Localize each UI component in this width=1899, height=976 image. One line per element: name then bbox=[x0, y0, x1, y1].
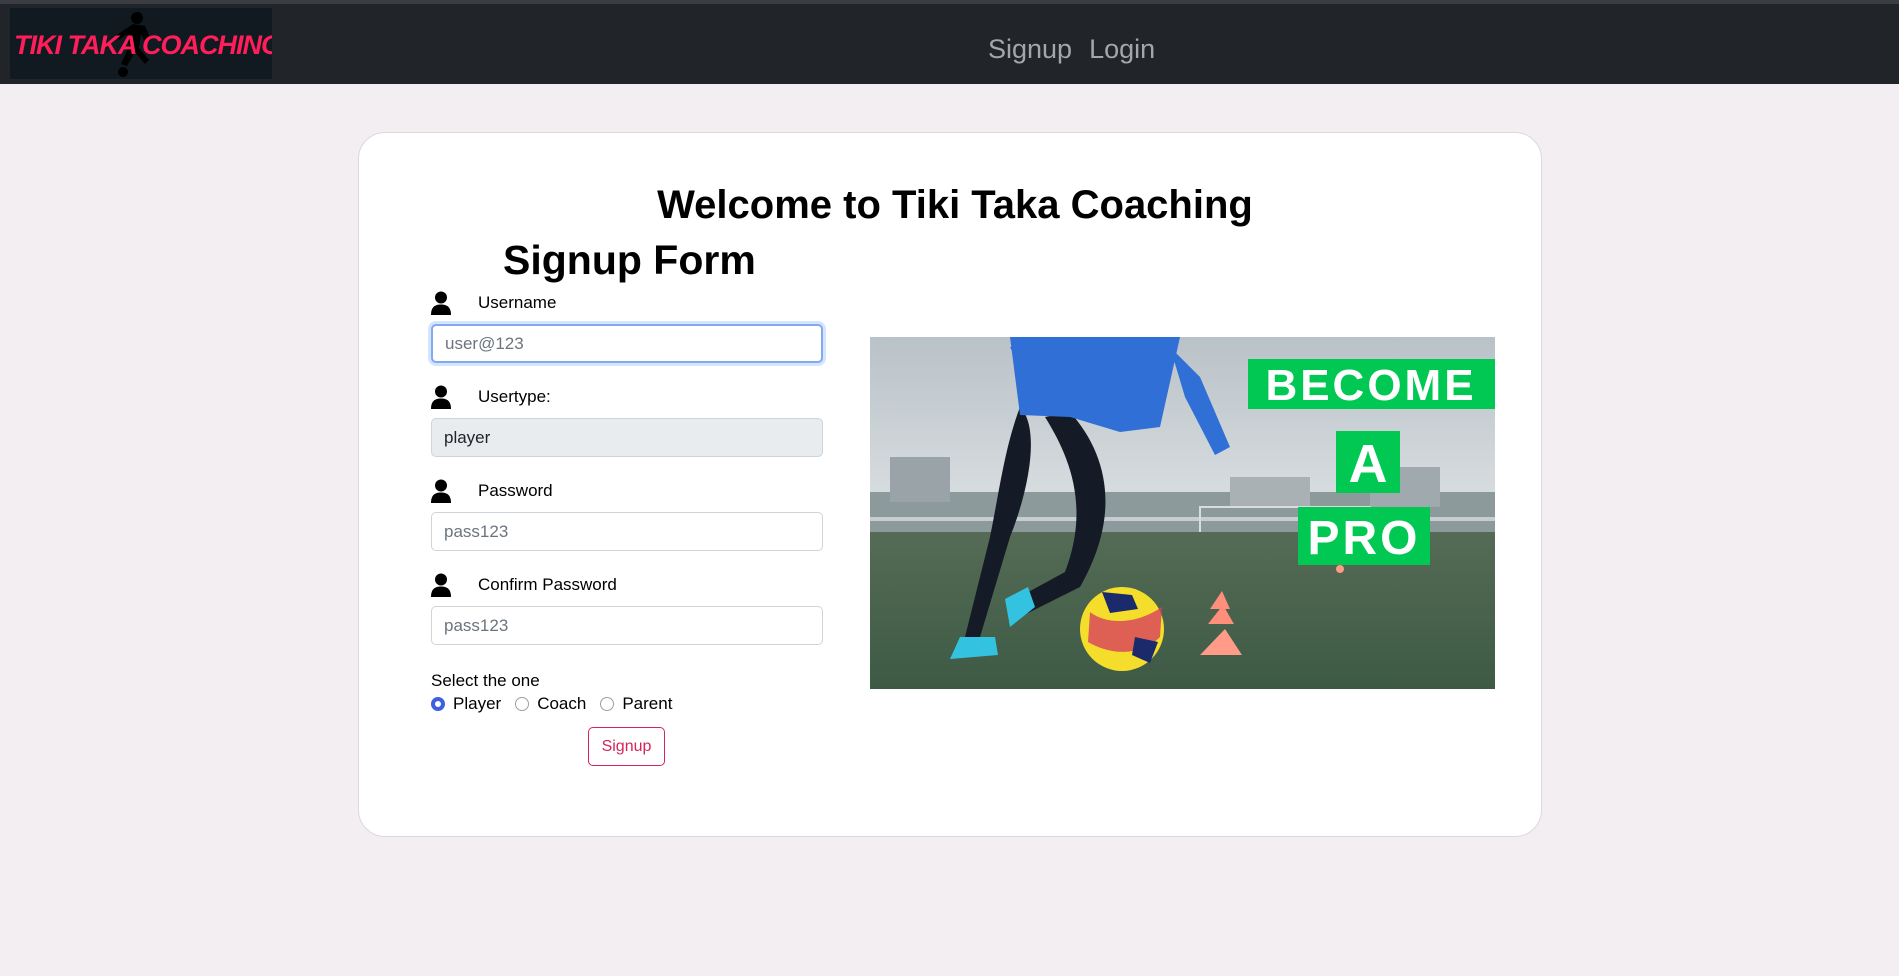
role-player-radio[interactable] bbox=[431, 697, 445, 711]
nav-signup-link[interactable]: Signup bbox=[988, 34, 1072, 65]
hero-image-graphic: BECOME A PRO bbox=[870, 337, 1495, 689]
confirm-password-input[interactable] bbox=[431, 606, 823, 645]
form-title: Signup Form bbox=[503, 237, 756, 283]
role-coach-label: Coach bbox=[537, 694, 587, 713]
username-label: Username bbox=[478, 293, 557, 312]
confirm-password-label-row: Confirm Password bbox=[431, 573, 617, 597]
role-parent-label: Parent bbox=[622, 694, 673, 713]
role-parent-radio[interactable] bbox=[600, 697, 615, 711]
usertype-label: Usertype: bbox=[478, 387, 551, 406]
usertype-label-row: Usertype: bbox=[431, 385, 551, 409]
user-icon bbox=[431, 291, 451, 315]
nav-links: Signup Login bbox=[988, 34, 1155, 65]
password-label-row: Password bbox=[431, 479, 553, 503]
role-coach-radio[interactable] bbox=[515, 697, 530, 711]
hero-word-pro: PRO bbox=[1307, 512, 1420, 565]
username-input[interactable] bbox=[431, 324, 823, 363]
user-icon bbox=[431, 573, 451, 597]
role-coach-option[interactable]: Coach bbox=[515, 694, 586, 714]
role-radio-group: Player Coach Parent bbox=[431, 694, 686, 714]
role-player-label: Player bbox=[453, 694, 502, 713]
signup-submit-button[interactable]: Signup bbox=[588, 727, 665, 766]
page-title: Welcome to Tiki Taka Coaching bbox=[657, 183, 1253, 227]
role-parent-option[interactable]: Parent bbox=[600, 694, 672, 714]
user-icon bbox=[431, 479, 451, 503]
brand-logo[interactable]: TIKI TAKA COACHING bbox=[10, 8, 272, 79]
usertype-field bbox=[431, 418, 823, 457]
nav-login-link[interactable]: Login bbox=[1089, 34, 1155, 65]
role-select-label: Select the one bbox=[431, 671, 540, 690]
confirm-password-label: Confirm Password bbox=[478, 575, 617, 594]
password-input[interactable] bbox=[431, 512, 823, 551]
hero-word-become: BECOME bbox=[1265, 361, 1476, 410]
role-player-option[interactable]: Player bbox=[431, 694, 501, 714]
user-icon bbox=[431, 385, 451, 409]
username-label-row: Username bbox=[431, 291, 556, 315]
hero-image: BECOME A PRO bbox=[870, 337, 1495, 689]
brand-logo-text: TIKI TAKA COACHING bbox=[14, 30, 272, 60]
password-label: Password bbox=[478, 481, 553, 500]
navbar: TIKI TAKA COACHING Signup Login bbox=[0, 4, 1899, 84]
signup-card: Welcome to Tiki Taka Coaching Signup For… bbox=[358, 132, 1542, 837]
hero-word-a: A bbox=[1349, 434, 1388, 494]
